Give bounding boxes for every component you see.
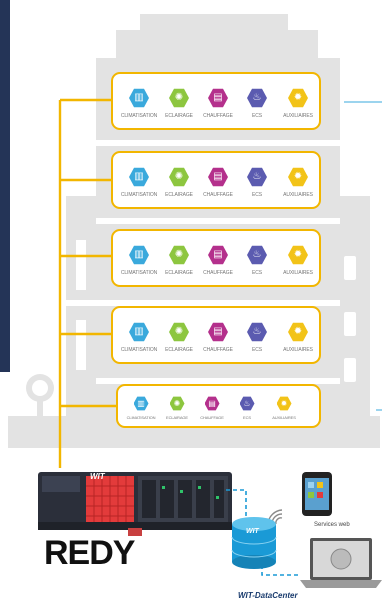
smartphone-icon [302, 472, 332, 516]
laptop-icon [300, 538, 382, 588]
database-icon [231, 517, 277, 569]
services-web-label: Services web [314, 522, 350, 528]
wit-datacenter-label: WIT-DataCenter [238, 591, 298, 600]
database-brand-label: WIT [246, 528, 259, 535]
